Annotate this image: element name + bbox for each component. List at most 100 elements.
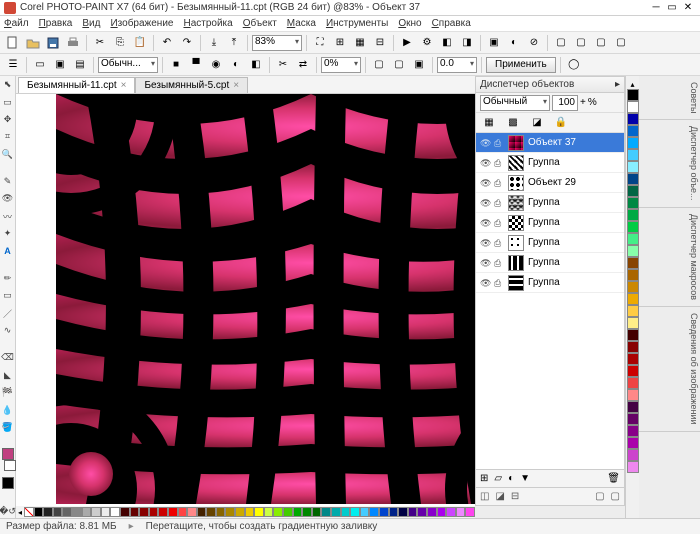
color-swatch[interactable]	[389, 507, 399, 517]
color-swatch[interactable]	[91, 507, 101, 517]
print-icon[interactable]: ⎙	[494, 178, 504, 188]
merge-button[interactable]: ▼	[520, 473, 530, 484]
menu-объект[interactable]: Объект	[243, 18, 277, 29]
color-swatch[interactable]	[627, 401, 639, 413]
color-swatch[interactable]	[168, 507, 178, 517]
side-tab[interactable]: Сведения об изображении	[639, 307, 700, 432]
color-swatch[interactable]	[197, 507, 207, 517]
fill-radial-button[interactable]: ◉	[207, 56, 225, 74]
color-swatch[interactable]	[627, 437, 639, 449]
opts2-button[interactable]: ▢	[611, 491, 620, 502]
redo-button[interactable]: ↷	[178, 34, 196, 52]
color-swatch[interactable]	[627, 113, 639, 125]
mask-remove-button[interactable]: ⊘	[525, 34, 543, 52]
mask-invert-button[interactable]: ◐	[505, 34, 523, 52]
menu-файл[interactable]: Файл	[4, 18, 29, 29]
color-swatch[interactable]	[139, 507, 149, 517]
print-icon[interactable]: ⎙	[494, 138, 504, 148]
new-button[interactable]	[4, 34, 22, 52]
color-swatch[interactable]	[350, 507, 360, 517]
color-swatch[interactable]	[627, 173, 639, 185]
mode-sub-button[interactable]: ▤	[71, 56, 89, 74]
side-tab[interactable]: Диспетчер макросов	[639, 208, 700, 307]
options-button[interactable]: ⚙	[418, 34, 436, 52]
text-tool[interactable]: A	[1, 245, 15, 258]
targ1-button[interactable]: ▢	[370, 56, 388, 74]
color-swatch[interactable]	[627, 365, 639, 377]
color-swatch[interactable]	[34, 507, 44, 517]
color-swatch[interactable]	[254, 507, 264, 517]
color-swatch[interactable]	[216, 507, 226, 517]
color-swatch[interactable]	[627, 389, 639, 401]
color-swatch[interactable]	[225, 507, 235, 517]
color-swatch[interactable]	[627, 101, 639, 113]
menu-изображение[interactable]: Изображение	[110, 18, 173, 29]
color-swatch[interactable]	[627, 209, 639, 221]
line-tool[interactable]: ／	[1, 307, 15, 320]
color-swatch[interactable]	[331, 507, 341, 517]
layer-row[interactable]: 👁⎙Объект 37	[476, 133, 624, 153]
color-swatch[interactable]	[627, 377, 639, 389]
fill-conical-button[interactable]: ◐	[227, 56, 245, 74]
doc-tab[interactable]: Безымянный-11.cpt×	[18, 77, 135, 93]
visibility-icon[interactable]: 👁	[480, 178, 490, 188]
new-mask-button[interactable]: ◐	[508, 473, 514, 484]
tog1-button[interactable]: ▢	[552, 34, 570, 52]
canvas[interactable]	[56, 94, 475, 504]
scissors-icon[interactable]: ✂	[274, 56, 292, 74]
launch-button[interactable]: ▶	[398, 34, 416, 52]
tog4-button[interactable]: ▢	[612, 34, 630, 52]
rulers-button[interactable]: ⊞	[331, 34, 349, 52]
color-swatch[interactable]	[627, 317, 639, 329]
layer-row[interactable]: 👁⎙Группа	[476, 233, 624, 253]
blendmode-combo[interactable]: Обычн...	[98, 57, 158, 73]
color-swatch[interactable]	[627, 125, 639, 137]
clip-button[interactable]: ◪	[528, 114, 546, 132]
layer-row[interactable]: 👁⎙Группа	[476, 193, 624, 213]
tog3-button[interactable]: ▢	[592, 34, 610, 52]
menu-правка[interactable]: Правка	[39, 18, 73, 29]
layer-row[interactable]: 👁⎙Объект 29	[476, 173, 624, 193]
open-button[interactable]	[24, 34, 42, 52]
color-swatch[interactable]	[321, 507, 331, 517]
color-swatch[interactable]	[101, 507, 111, 517]
color-swatch[interactable]	[627, 89, 639, 101]
print-icon[interactable]: ⎙	[494, 238, 504, 248]
visibility-icon[interactable]: 👁	[480, 198, 490, 208]
color-swatch[interactable]	[627, 161, 639, 173]
docker-menu-icon[interactable]: ▸	[615, 79, 620, 90]
combine3-button[interactable]: ⊟	[511, 491, 519, 502]
color-swatch[interactable]	[456, 507, 466, 517]
fill-square-button[interactable]: ◧	[247, 56, 265, 74]
undo-button[interactable]: ↶	[158, 34, 176, 52]
color-swatch[interactable]	[312, 507, 322, 517]
combine1-button[interactable]: ◫	[480, 491, 489, 502]
color-swatch[interactable]	[627, 245, 639, 257]
presets-button[interactable]: ☰	[4, 56, 22, 74]
print-button[interactable]	[64, 34, 82, 52]
color-swatch[interactable]	[627, 461, 639, 473]
export-button[interactable]: ⤒	[225, 34, 243, 52]
layer-blendmode-combo[interactable]: Обычный	[480, 95, 550, 111]
delete-layer-button[interactable]: 🗑	[607, 473, 620, 484]
color-swatch[interactable]	[178, 507, 188, 517]
visibility-icon[interactable]: 👁	[480, 158, 490, 168]
tog2-button[interactable]: ▢	[572, 34, 590, 52]
color-swatch[interactable]	[43, 507, 53, 517]
color-swatch[interactable]	[627, 353, 639, 365]
new-layer-button[interactable]: ⊞	[480, 473, 488, 484]
brush-tool[interactable]: ✏	[1, 272, 15, 285]
mask-rect-tool[interactable]: ▭	[1, 95, 15, 108]
paste-button[interactable]: 📋	[131, 34, 149, 52]
color-swatch[interactable]	[408, 507, 418, 517]
print-icon[interactable]: ⎙	[494, 278, 504, 288]
menu-инструменты[interactable]: Инструменты	[326, 18, 388, 29]
clone-tool[interactable]: ✎	[1, 175, 15, 188]
print-icon[interactable]: ⎙	[494, 218, 504, 228]
flip-icon[interactable]: ⇄	[294, 56, 312, 74]
mode-normal-button[interactable]: ▭	[31, 56, 49, 74]
color-swatch[interactable]	[293, 507, 303, 517]
color-swatch[interactable]	[110, 507, 120, 517]
color-swatch[interactable]	[187, 507, 197, 517]
crop-tool[interactable]: ⌗	[1, 130, 15, 143]
